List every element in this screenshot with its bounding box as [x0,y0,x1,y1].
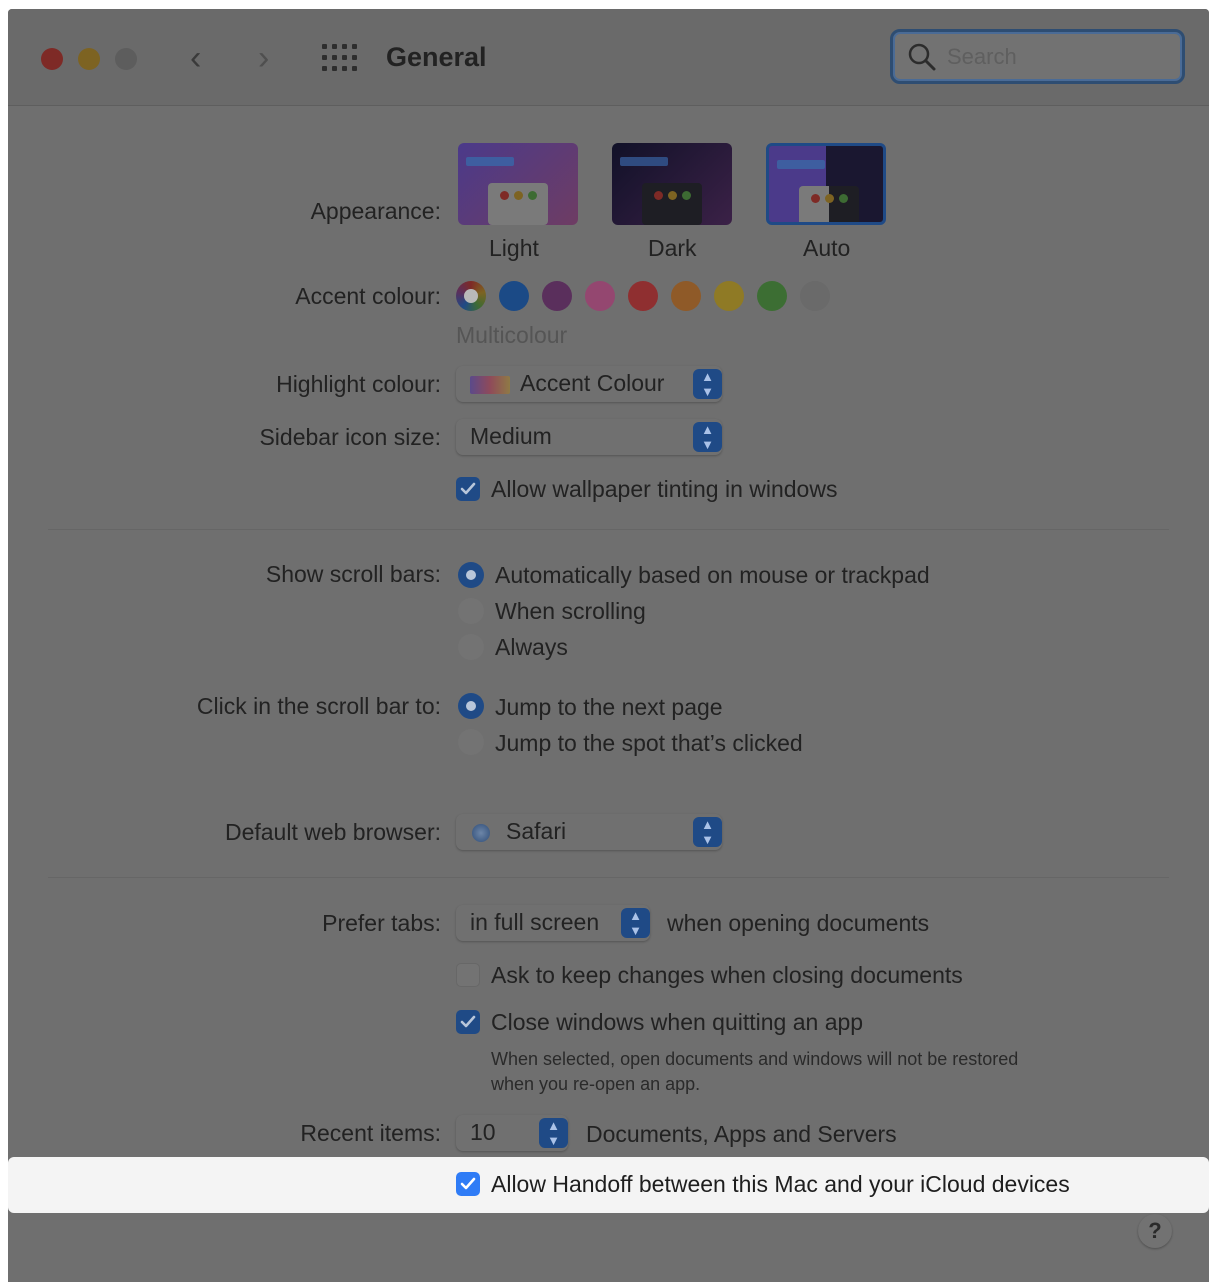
appearance-label: Appearance: [310,198,441,224]
ask-keep-changes-label: Ask to keep changes when closing documen… [491,962,963,988]
search-input[interactable] [945,42,1169,72]
appearance-dark-thumbnail[interactable] [612,143,732,225]
scroll-bars-always-radio[interactable] [458,634,484,660]
appearance-auto-thumbnail[interactable] [766,143,886,225]
sidebar-icon-size-popup[interactable]: Medium ▲ ▼ [456,419,722,455]
accent-multicolour-swatch[interactable] [456,281,486,311]
prefer-tabs-popup[interactable]: in full screen ▲ ▼ [456,905,650,941]
sidebar-icon-size-value: Medium [470,423,552,449]
appearance-light-thumbnail[interactable] [458,143,578,225]
prefer-tabs-label: Prefer tabs: [322,910,441,936]
sidebar-icon-size-label: Sidebar icon size: [259,424,441,450]
wallpaper-tinting-checkbox[interactable] [456,477,480,501]
checkmark-icon [460,1177,476,1190]
close-windows-note-line1: When selected, open documents and window… [491,1049,1019,1069]
title-bar: ‹ › General [8,9,1209,106]
default-browser-value: Safari [506,818,567,844]
forward-button[interactable]: › [258,39,269,77]
recent-items-value: 10 [470,1119,496,1145]
handoff-label: Allow Handoff between this Mac and your … [491,1171,1070,1197]
accent-orange-swatch[interactable] [671,281,701,311]
click-spot-label: Jump to the spot that’s clicked [495,730,803,756]
close-windows-note-line2: when you re-open an app. [491,1074,701,1094]
accent-green-swatch[interactable] [757,281,787,311]
back-button[interactable]: ‹ [190,39,201,77]
accent-purple-swatch[interactable] [542,281,572,311]
recent-items-label: Recent items: [300,1120,441,1146]
recent-items-suffix: Documents, Apps and Servers [586,1121,897,1147]
close-windows-checkbox[interactable] [456,1010,480,1034]
accent-yellow-swatch[interactable] [714,281,744,311]
checkmark-icon [460,1015,476,1028]
chevron-updown-icon: ▲ ▼ [693,369,722,399]
section-divider [48,529,1169,530]
show-all-grid-icon[interactable] [322,44,358,74]
default-browser-label: Default web browser: [224,819,441,845]
prefer-tabs-value: in full screen [470,909,600,935]
general-preferences-window: ‹ › General Appearance: Light Dark [8,9,1209,1282]
appearance-dark-label: Dark [648,235,697,261]
window-title: General [386,42,487,72]
search-icon [908,43,936,71]
scroll-bars-when-scrolling-label: When scrolling [495,598,646,624]
accent-colour-label: Accent colour: [295,283,441,309]
appearance-auto-label: Auto [803,235,851,261]
accent-pink-swatch[interactable] [585,281,615,311]
highlight-colour-label: Highlight colour: [276,371,441,397]
recent-items-popup[interactable]: 10 ▲ ▼ [456,1115,568,1151]
chevron-updown-icon: ▲ ▼ [621,908,650,938]
scroll-bars-when-scrolling-radio[interactable] [458,598,484,624]
chevron-updown-icon: ▲ ▼ [693,817,722,847]
zoom-window-button[interactable] [115,48,137,70]
minimize-window-button[interactable] [78,48,100,70]
checkmark-icon [460,482,476,495]
click-next-page-radio[interactable] [458,693,484,719]
click-spot-radio[interactable] [458,729,484,755]
prefer-tabs-suffix: when opening documents [667,910,930,936]
highlight-colour-preview [470,376,510,394]
accent-graphite-swatch[interactable] [800,281,830,311]
chevron-updown-icon: ▲ ▼ [539,1118,568,1148]
section-divider [48,877,1169,878]
search-field[interactable] [890,29,1185,84]
scroll-bars-auto-radio[interactable] [458,562,484,588]
wallpaper-tinting-label: Allow wallpaper tinting in windows [491,476,838,502]
accent-blue-swatch[interactable] [499,281,529,311]
handoff-checkbox[interactable] [456,1172,480,1196]
highlight-colour-value: Accent Colour [520,370,665,396]
ask-keep-changes-checkbox[interactable] [456,963,480,987]
chevron-updown-icon: ▲ ▼ [693,422,722,452]
scroll-bars-always-label: Always [495,634,568,660]
handoff-row-highlight: Allow Handoff between this Mac and your … [8,1157,1209,1213]
accent-red-swatch[interactable] [628,281,658,311]
close-window-button[interactable] [41,48,63,70]
show-scroll-bars-label: Show scroll bars: [265,561,441,587]
safari-icon [472,824,490,842]
appearance-light-label: Light [489,235,539,261]
default-browser-popup[interactable]: Safari ▲ ▼ [456,814,722,850]
scroll-bars-auto-label: Automatically based on mouse or trackpad [495,562,930,588]
help-button[interactable]: ? [1138,1214,1172,1248]
highlight-colour-popup[interactable]: Accent Colour ▲ ▼ [456,366,722,402]
close-windows-label: Close windows when quitting an app [491,1009,864,1035]
click-scroll-bar-label: Click in the scroll bar to: [196,693,441,719]
click-next-page-label: Jump to the next page [495,694,723,720]
accent-selected-name: Multicolour [456,322,568,348]
